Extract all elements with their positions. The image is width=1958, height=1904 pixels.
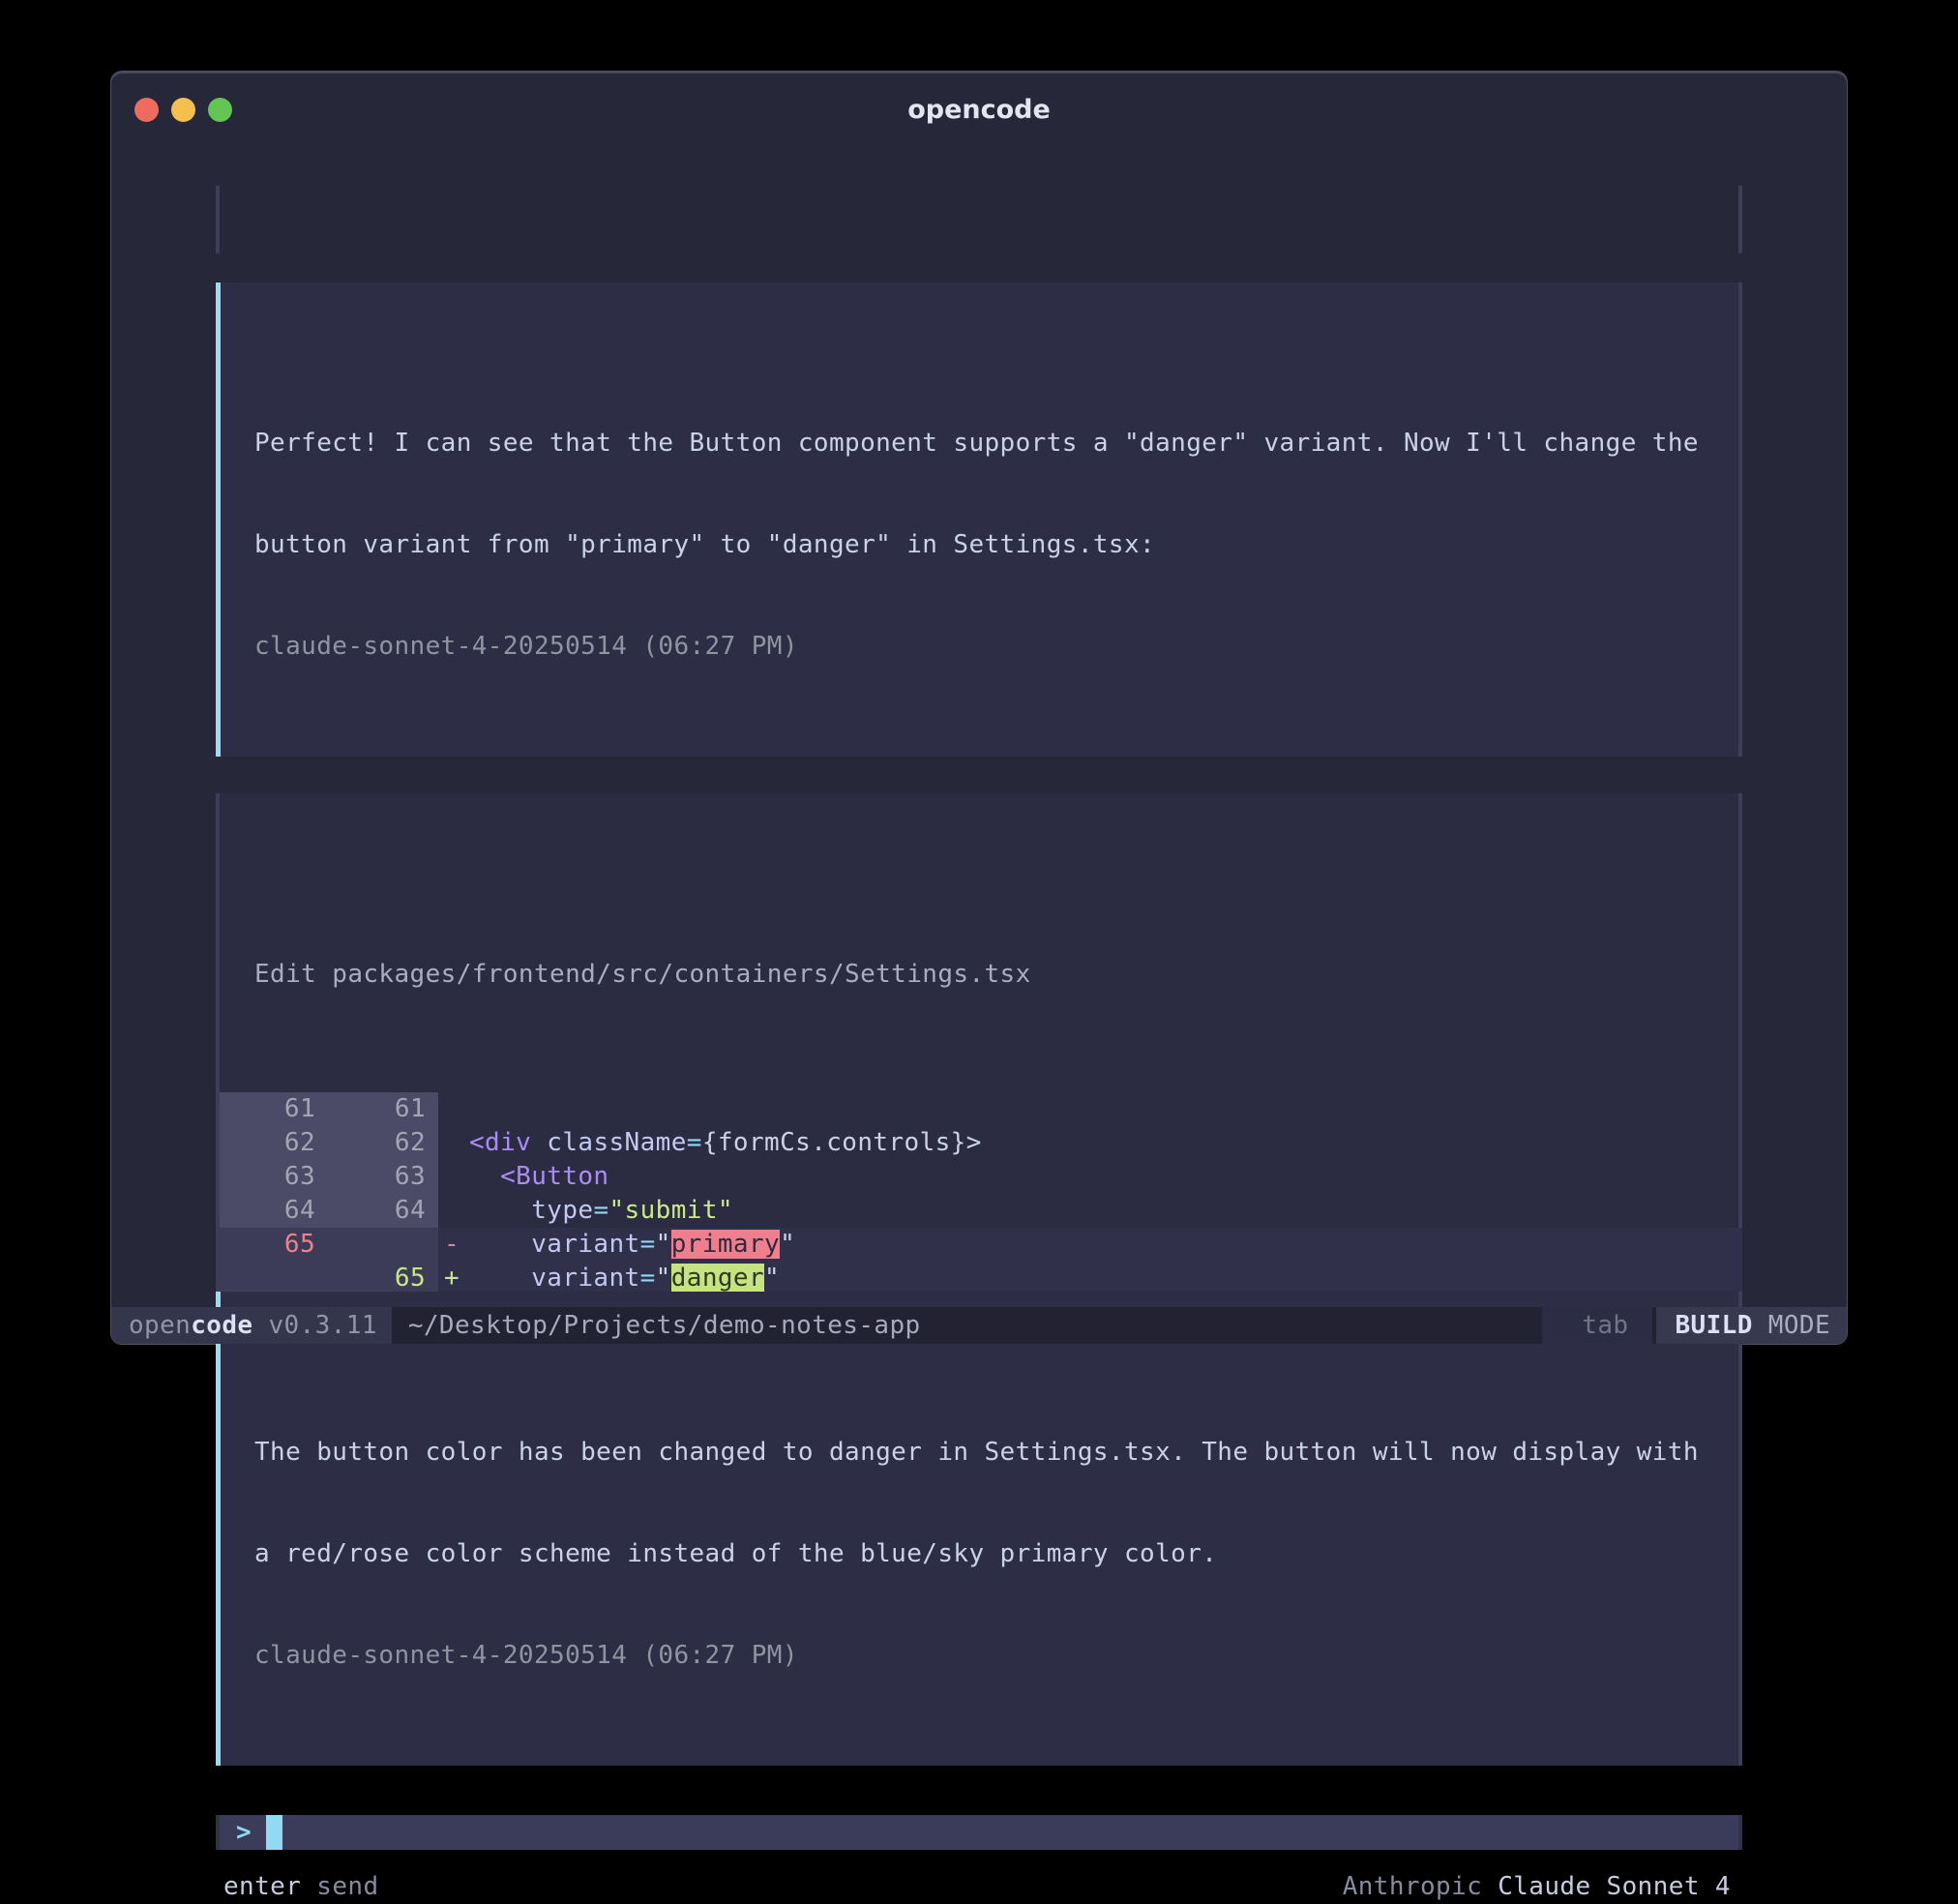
old-line-number: 64	[216, 1194, 315, 1228]
old-line-number: 65	[216, 1228, 315, 1262]
left-rail	[216, 1815, 220, 1850]
old-line-number: 63	[216, 1160, 315, 1194]
diff-row: 6161	[216, 1092, 1742, 1126]
opencode-window: opencode # Change button color to danger…	[110, 71, 1848, 1345]
diff-row: 65 - variant="primary"	[216, 1228, 1742, 1262]
diff-row: 65 + variant="danger"	[216, 1262, 1742, 1295]
send-action-hint: send	[316, 1870, 378, 1904]
message-text: The button color has been changed to dan…	[216, 1436, 1742, 1470]
old-line-number: 61	[216, 1092, 315, 1126]
diff-gutter: 65	[216, 1262, 438, 1295]
provider-name: Anthropic	[1343, 1870, 1482, 1904]
app-version-chip: opencode v0.3.11	[111, 1307, 392, 1344]
message-text: Perfect! I can see that the Button compo…	[216, 427, 1742, 461]
new-line-number	[315, 1228, 426, 1262]
diff-row: 6262 <div className={formCs.controls}>	[216, 1126, 1742, 1160]
right-rail	[1738, 186, 1742, 253]
diff-gutter: 6363	[216, 1160, 438, 1194]
mode-suffix: MODE	[1768, 1309, 1830, 1343]
code-line: <Button	[469, 1160, 1742, 1194]
model-info: claude-sonnet-4-20250514 (06:27 PM)	[216, 1639, 1742, 1673]
new-line-number: 64	[315, 1194, 426, 1228]
prompt-input[interactable]: >	[216, 1815, 1742, 1850]
diff-marker: -	[438, 1228, 469, 1262]
app-version: v0.3.11	[268, 1309, 376, 1343]
session-header: # Change button color to danger in setti…	[216, 186, 1742, 253]
diff-marker	[438, 1092, 469, 1126]
mode-indicator: BUILD MODE	[1656, 1307, 1848, 1344]
right-rail	[1738, 1292, 1742, 1766]
text-cursor	[266, 1815, 282, 1850]
code-line: variant="danger"	[469, 1262, 1742, 1295]
right-rail	[1738, 283, 1742, 757]
message-accent-bar	[216, 1292, 221, 1766]
diff-row: 6464 type="submit"	[216, 1194, 1742, 1228]
diff-marker	[438, 1126, 469, 1160]
new-line-number: 61	[315, 1092, 426, 1126]
code-line: variant="primary"	[469, 1228, 1742, 1262]
tab-key-label: tab	[1582, 1309, 1628, 1343]
old-line-number: 62	[216, 1126, 315, 1160]
left-rail	[216, 186, 220, 253]
diff-gutter: 6262	[216, 1126, 438, 1160]
code-line	[469, 1092, 1742, 1126]
assistant-message: Perfect! I can see that the Button compo…	[216, 283, 1742, 757]
diff-gutter: 6464	[216, 1194, 438, 1228]
new-line-number: 63	[315, 1160, 426, 1194]
edit-file-path: Edit packages/frontend/src/containers/Se…	[216, 958, 1742, 992]
old-line-number	[216, 1262, 315, 1295]
model-info: claude-sonnet-4-20250514 (06:27 PM)	[216, 630, 1742, 664]
terminal-content: # Change button color to danger in setti…	[216, 72, 1742, 1344]
new-line-number: 65	[315, 1262, 426, 1295]
code-line: type="submit"	[469, 1194, 1742, 1228]
message-text: button variant from "primary" to "danger…	[216, 528, 1742, 562]
enter-key-hint: enter	[223, 1870, 301, 1904]
right-rail	[1738, 793, 1742, 1228]
right-rail	[1738, 1815, 1742, 1850]
diff-row: 6363 <Button	[216, 1160, 1742, 1194]
model-name: Claude Sonnet 4	[1498, 1870, 1731, 1904]
diff-gutter: 6161	[216, 1092, 438, 1126]
status-bar: opencode v0.3.11 ~/Desktop/Projects/demo-…	[111, 1307, 1847, 1344]
edit-diff-card: Edit packages/frontend/src/containers/Se…	[216, 793, 1742, 1228]
assistant-message: The button color has been changed to dan…	[216, 1292, 1742, 1766]
code-line: <div className={formCs.controls}>	[469, 1126, 1742, 1160]
app-name-bold: code	[191, 1309, 252, 1343]
diff-gutter: 65	[216, 1228, 438, 1262]
diff-marker	[438, 1194, 469, 1228]
working-directory: ~/Desktop/Projects/demo-notes-app	[408, 1309, 921, 1343]
footer-hints: enter send Anthropic Claude Sonnet 4	[216, 1870, 1742, 1904]
diff-marker	[438, 1160, 469, 1194]
app-name-normal: open	[129, 1309, 191, 1343]
diff-marker: +	[438, 1262, 469, 1295]
tab-key-hint: tab	[1542, 1307, 1651, 1344]
mode-name: BUILD	[1676, 1309, 1753, 1343]
message-text: a red/rose color scheme instead of the b…	[216, 1537, 1742, 1571]
left-rail	[216, 793, 220, 1228]
message-accent-bar	[216, 283, 221, 757]
prompt-symbol: >	[236, 1816, 252, 1850]
new-line-number: 62	[315, 1126, 426, 1160]
